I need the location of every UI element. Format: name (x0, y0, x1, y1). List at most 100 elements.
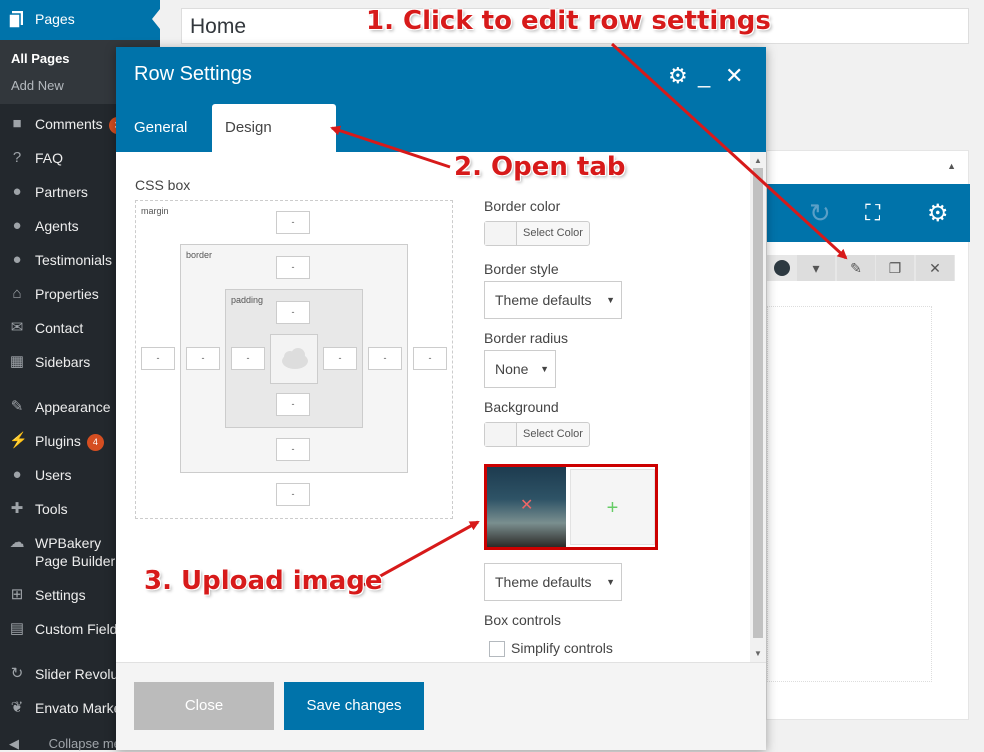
submenu-add-new[interactable]: Add New (11, 78, 64, 93)
cloud-icon (282, 348, 308, 369)
plus-icon: + (606, 497, 619, 519)
margin-left-field[interactable]: - (141, 347, 175, 370)
sidebar-item-label: Envato Market (35, 700, 126, 716)
margin-bottom-field[interactable]: - (276, 483, 310, 506)
margin-top-field[interactable]: - (276, 211, 310, 234)
chevron-down-icon: ▼ (606, 295, 615, 305)
sidebar-item-label: Appearance (35, 399, 111, 415)
add-image-button[interactable]: + (570, 469, 655, 545)
sidebar-item-label: Users (35, 467, 72, 483)
remove-image-icon[interactable]: ✕ (520, 495, 533, 515)
scroll-down-icon[interactable]: ▼ (754, 649, 762, 658)
border-radius-select[interactable]: None ▼ (484, 350, 556, 388)
content-box (270, 334, 318, 384)
speech-icon: ● (12, 251, 22, 268)
current-menu-arrow (152, 9, 160, 29)
delete-row-icon[interactable]: ✕ (916, 255, 954, 281)
border-top-field[interactable]: - (276, 256, 310, 279)
padding-top-field[interactable]: - (276, 301, 310, 324)
box-controls-label: Box controls (484, 612, 562, 628)
sidebar-item-label: Sidebars (35, 354, 91, 370)
save-changes-button[interactable]: Save changes (284, 682, 424, 730)
collapse-toggle-icon[interactable]: ▲ (947, 161, 956, 171)
row-settings-modal: Row Settings ⚙ _ ✕ General Design Option… (116, 47, 766, 750)
css-box-label: CSS box (135, 177, 191, 193)
border-bottom-field[interactable]: - (276, 438, 310, 461)
simplify-controls-checkbox[interactable] (489, 641, 505, 657)
user-icon: ● (12, 217, 22, 234)
sidebar-item-label: WPBakery Page Builder (35, 535, 116, 569)
border-style-select[interactable]: Theme defaults ▼ (484, 281, 622, 319)
background-color-picker[interactable]: Select Color (484, 422, 590, 447)
sidebar-item-label: Properties (35, 286, 99, 302)
border-style-label: Border style (484, 261, 559, 277)
padding-right-field[interactable]: - (323, 347, 357, 370)
background-style-select[interactable]: Theme defaults ▼ (484, 563, 622, 601)
border-color-picker[interactable]: Select Color (484, 221, 590, 246)
sidebar-item-label: Custom Fields (35, 621, 125, 637)
gear-icon[interactable]: ⚙ (927, 199, 949, 228)
close-button[interactable]: Close (134, 682, 274, 730)
modal-header: Row Settings ⚙ _ ✕ General Design Option… (116, 47, 766, 184)
scroll-up-icon[interactable]: ▲ (754, 156, 762, 165)
background-image-uploader: ✕ + (484, 464, 658, 550)
plugin-icon: ⚡ (9, 432, 28, 449)
background-label: Background (484, 399, 559, 415)
scrollbar-thumb[interactable] (753, 168, 763, 638)
edit-row-pencil-icon[interactable]: ✎ (837, 255, 875, 281)
sidebar-item-label: Testimonials (35, 252, 113, 268)
partners-icon: ● (12, 183, 22, 200)
margin-right-field[interactable]: - (413, 347, 447, 370)
close-icon[interactable]: ✕ (725, 64, 743, 88)
border-color-label: Border color (484, 198, 561, 214)
tab-design-options[interactable]: Design Options (212, 104, 336, 184)
sidebar-item-label: Contact (35, 320, 84, 336)
margin-label: margin (141, 206, 169, 216)
padding-bottom-field[interactable]: - (276, 393, 310, 416)
simplify-controls-label: Simplify controls (511, 640, 613, 656)
question-icon: ? (12, 149, 22, 166)
select-value: Theme defaults (495, 292, 592, 308)
border-right-field[interactable]: - (368, 347, 402, 370)
minimize-icon[interactable]: _ (698, 64, 710, 88)
gear-icon[interactable]: ⚙ (668, 64, 688, 88)
row-color-icon[interactable] (767, 255, 797, 281)
padding-left-field[interactable]: - (231, 347, 265, 370)
home-icon: ⌂ (12, 285, 22, 302)
sidebar-item-pages[interactable]: Pages (0, 0, 160, 40)
sidebar-item-label: Agents (35, 218, 79, 234)
row-dropdown-icon[interactable]: ▾ (797, 255, 835, 281)
border-label: border (186, 250, 213, 260)
wrench-icon: ✚ (10, 500, 24, 517)
clone-row-icon[interactable]: ❐ (876, 255, 914, 281)
modal-scrollbar[interactable]: ▲ ▼ (750, 152, 766, 662)
sidebar-item-label: Comments (35, 116, 103, 132)
mail-icon: ✉ (10, 319, 24, 336)
background-image-thumbnail: ✕ (487, 467, 566, 547)
leaf-icon: ❦ (10, 699, 24, 716)
builder-toolbar: ↻ ⛶ ⚙ (767, 184, 970, 242)
select-value: Theme defaults (495, 574, 592, 590)
comment-icon: ■ (12, 115, 22, 132)
fullscreen-icon[interactable]: ⛶ (865, 200, 880, 226)
color-swatch (485, 423, 517, 446)
sidebar-item-label: Plugins (35, 433, 81, 449)
grid-icon: ▦ (9, 353, 25, 370)
modal-footer: Close Save changes (116, 662, 766, 750)
user-icon: ● (12, 466, 22, 483)
table-icon: ▤ (9, 620, 25, 637)
refresh-icon[interactable]: ↻ (809, 198, 831, 229)
tab-general[interactable]: General (134, 104, 187, 152)
settings-icon: ⊞ (10, 586, 24, 603)
refresh-icon: ↻ (10, 665, 24, 682)
row-controls: ▾ ✎ ❐ ✕ (767, 255, 955, 281)
sidebar-item-label: Partners (35, 184, 88, 200)
border-left-field[interactable]: - (186, 347, 220, 370)
chevron-down-icon: ▼ (540, 364, 549, 374)
page-title-value: Home (190, 15, 247, 38)
page-builder-panel: ▲ ↻ ⛶ ⚙ ▾ ✎ ❐ ✕ (766, 150, 970, 720)
modal-title: Row Settings (134, 63, 252, 85)
submenu-all-pages[interactable]: All Pages (11, 51, 70, 66)
sidebar-item-label: Tools (35, 501, 68, 517)
annotation-step2: 2. Open tab (454, 152, 626, 182)
